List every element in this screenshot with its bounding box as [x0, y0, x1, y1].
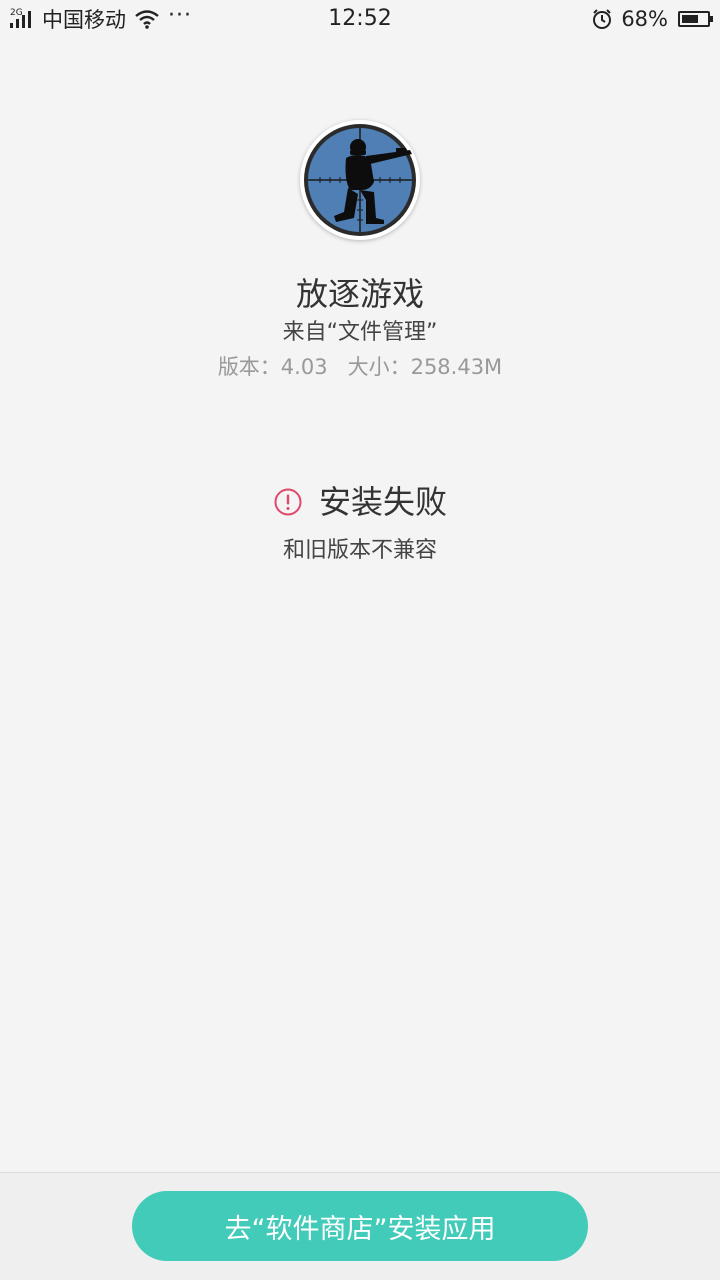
app-meta: 版本：4.03 大小：258.43M: [0, 352, 720, 382]
open-app-store-button[interactable]: 去“软件商店”安装应用: [132, 1191, 588, 1261]
sniper-game-icon: [304, 124, 416, 236]
bottom-action-bar: 去“软件商店”安装应用: [0, 1172, 720, 1280]
status-left: 2G 中国移动 ···: [8, 2, 192, 34]
network-type: 2G: [10, 8, 23, 18]
battery-icon: [678, 11, 713, 27]
install-result-screen: 2G 中国移动 ··· 12:52 68% 放逐游戏 来自“文件管理” 版本：4…: [0, 0, 720, 1280]
app-size: 大小：258.43M: [347, 355, 503, 379]
more-notifications-icon: ···: [168, 2, 192, 28]
carrier-name: 中国移动: [42, 8, 126, 32]
alarm-icon: [593, 9, 612, 29]
app-icon: [300, 120, 420, 240]
result-title: 安装失败: [318, 483, 447, 521]
app-source: 来自“文件管理”: [282, 320, 438, 345]
error-icon: [274, 488, 302, 516]
install-result: 安装失败: [0, 482, 720, 522]
signal-icon: 2G: [8, 6, 38, 32]
battery-level: [682, 15, 698, 23]
status-right: 68%: [591, 4, 713, 34]
app-name: 放逐游戏: [295, 275, 424, 313]
result-reason: 和旧版本不兼容: [282, 538, 437, 563]
battery-percent: 68%: [621, 7, 668, 31]
wifi-icon: [135, 10, 159, 29]
app-version: 版本：4.03: [217, 355, 328, 379]
status-bar: 2G 中国移动 ··· 12:52 68%: [0, 0, 720, 38]
